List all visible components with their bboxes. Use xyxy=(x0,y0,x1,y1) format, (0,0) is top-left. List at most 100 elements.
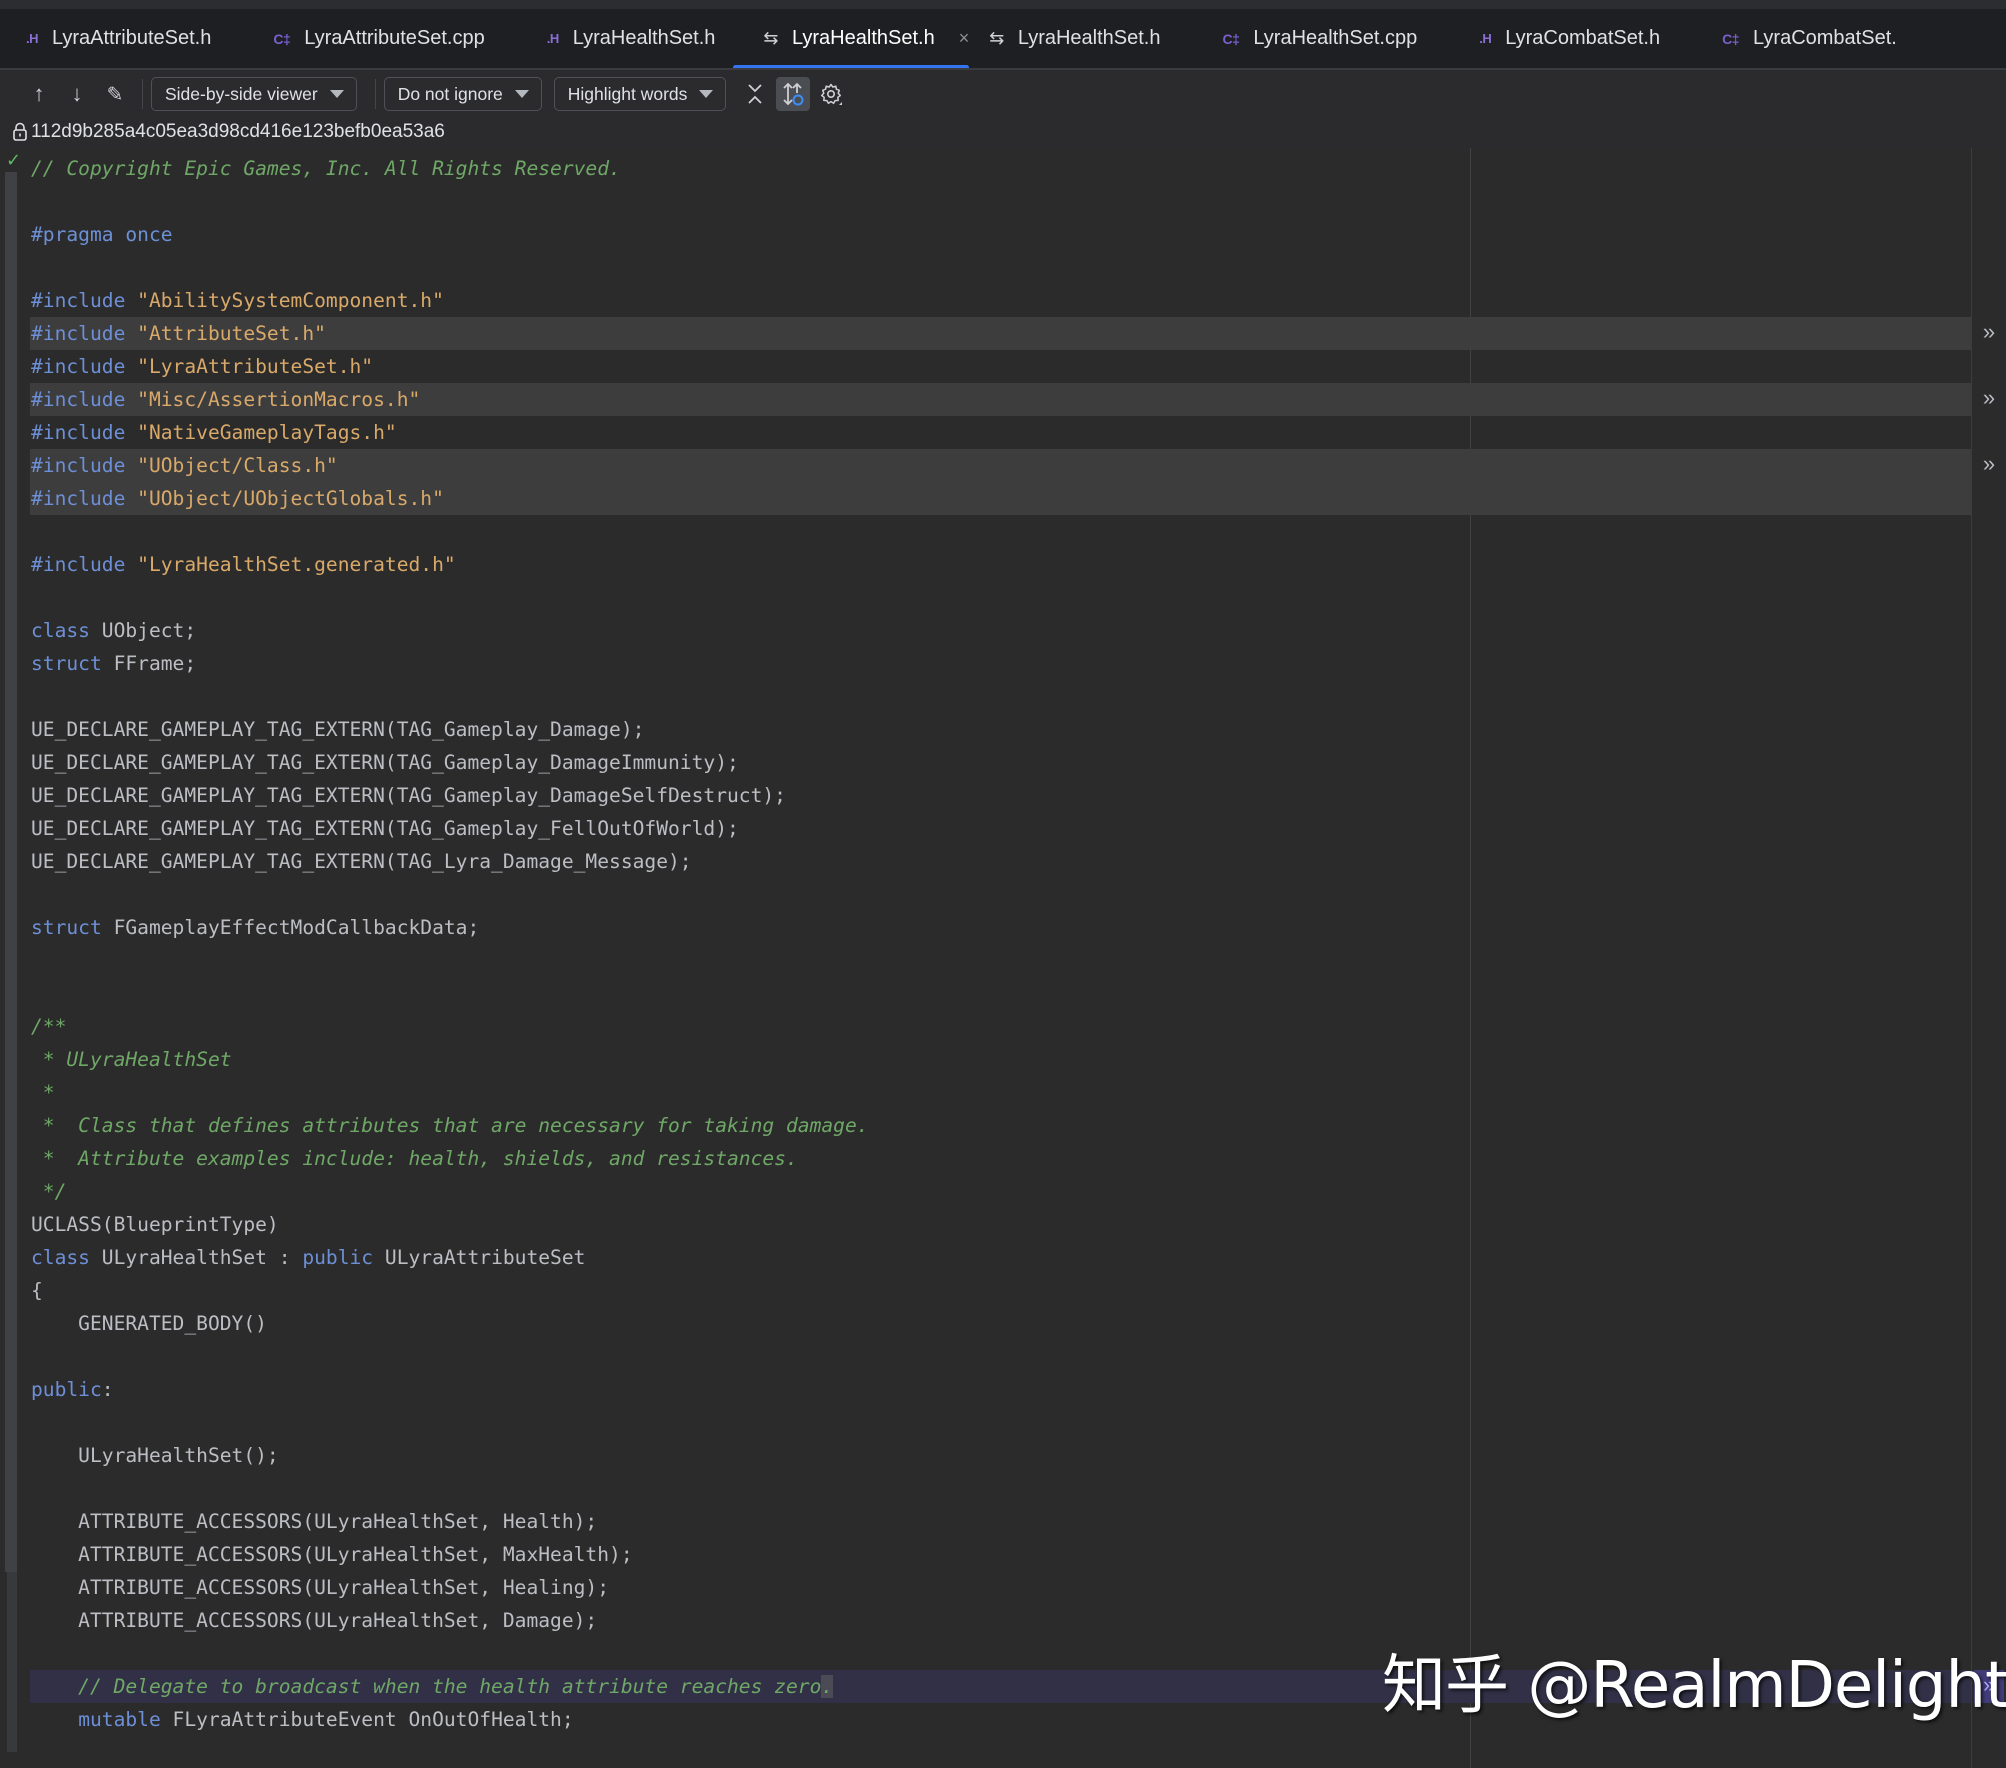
tab-label: LyraCombatSet. xyxy=(1753,27,1897,49)
collapse-unchanged-icon[interactable] xyxy=(738,77,772,111)
code-text: : xyxy=(101,1378,114,1401)
collapse-chevrons-icon xyxy=(748,84,763,104)
code-keyword: #include xyxy=(31,421,126,444)
diff-toolbar: ↑ ↓ ✎ Side-by-side viewer Do not ignore … xyxy=(0,72,2006,116)
diff-editor-pane[interactable]: ✓ // Copyright Epic Games, Inc. All Righ… xyxy=(0,148,2006,1768)
code-text: GENERATED_BODY() xyxy=(31,1312,267,1335)
code-line[interactable]: UE_DECLARE_GAMEPLAY_TAG_EXTERN(TAG_Gamep… xyxy=(30,779,2006,812)
ignore-whitespace-dropdown[interactable]: Do not ignore xyxy=(383,77,542,111)
code-line[interactable]: struct FGameplayEffectModCallbackData; xyxy=(30,911,2006,944)
code-text: { xyxy=(31,1279,43,1302)
tab-lyrahealthset-h-diff[interactable]: ⇆ LyraHealthSet.h × xyxy=(715,9,969,68)
highlight-mode-dropdown[interactable]: Highlight words xyxy=(553,77,727,111)
cpp-file-icon: C‡ xyxy=(1222,30,1240,47)
code-string: "LyraAttributeSet.h" xyxy=(137,355,374,378)
code-line[interactable]: #include "AttributeSet.h" xyxy=(30,317,1971,350)
code-line[interactable]: public: xyxy=(30,1373,2006,1406)
code-comment: * Class that defines attributes that are… xyxy=(31,1114,869,1137)
code-content[interactable]: // Copyright Epic Games, Inc. All Rights… xyxy=(30,152,2006,1736)
code-line[interactable]: ATTRIBUTE_ACCESSORS(ULyraHealthSet, Dama… xyxy=(30,1604,2006,1637)
tab-lyrahealthset-cpp[interactable]: C‡ LyraHealthSet.cpp xyxy=(1161,9,1418,68)
code-line[interactable]: #include "AbilitySystemComponent.h" xyxy=(30,284,2006,317)
code-keyword: #include xyxy=(31,388,126,411)
code-line[interactable] xyxy=(30,185,2006,218)
code-string: "UObject/Class.h" xyxy=(137,454,338,477)
edit-pencil-icon[interactable]: ✎ xyxy=(98,77,132,111)
code-line[interactable]: #pragma once xyxy=(30,218,2006,251)
apply-change-chevron-icon[interactable]: » xyxy=(1974,383,2004,416)
code-line[interactable]: UE_DECLARE_GAMEPLAY_TAG_EXTERN(TAG_Gamep… xyxy=(30,746,2006,779)
code-line[interactable]: UE_DECLARE_GAMEPLAY_TAG_EXTERN(TAG_Lyra_… xyxy=(30,845,2006,878)
code-line[interactable]: { xyxy=(30,1274,2006,1307)
settings-gear-icon[interactable] xyxy=(814,77,848,111)
tab-lyracombatset-[interactable]: C‡ LyraCombatSet. xyxy=(1660,9,1897,68)
next-difference-arrow-down-icon[interactable]: ↓ xyxy=(60,77,94,111)
code-text: ULyraHealthSet : xyxy=(89,1246,303,1269)
code-line[interactable]: ULyraHealthSet(); xyxy=(30,1439,2006,1472)
tab-lyraattributeset-cpp[interactable]: C‡ LyraAttributeSet.cpp xyxy=(211,9,484,68)
tab-label: LyraCombatSet.h xyxy=(1505,27,1661,49)
code-comment: * xyxy=(31,1081,55,1104)
cpp-file-icon: C‡ xyxy=(273,30,291,47)
scrollbar-thumb[interactable] xyxy=(5,172,17,1572)
tab-lyrahealthset-h[interactable]: .H LyraHealthSet.h xyxy=(485,9,716,68)
code-line[interactable] xyxy=(30,1340,2006,1373)
code-line[interactable] xyxy=(30,251,2006,284)
apply-change-chevron-icon[interactable]: » xyxy=(1974,317,2004,350)
code-line[interactable] xyxy=(30,878,2006,911)
code-line[interactable] xyxy=(30,977,2006,1010)
code-line[interactable]: * ULyraHealthSet xyxy=(30,1043,2006,1076)
code-line[interactable]: #include "NativeGameplayTags.h" xyxy=(30,416,2006,449)
editor-gutter: ✓ xyxy=(0,148,28,1768)
code-line[interactable]: #include "LyraAttributeSet.h" xyxy=(30,350,2006,383)
code-text: UE_DECLARE_GAMEPLAY_TAG_EXTERN(TAG_Gamep… xyxy=(31,784,786,807)
code-comment: . xyxy=(821,1675,834,1698)
code-line[interactable]: class ULyraHealthSet : public ULyraAttri… xyxy=(30,1241,2006,1274)
code-line[interactable] xyxy=(30,1406,2006,1439)
code-comment: */ xyxy=(31,1180,67,1203)
apply-change-chevron-icon[interactable]: » xyxy=(1974,449,2004,482)
code-line[interactable]: /** xyxy=(30,1010,2006,1043)
highlight-mode-label: Highlight words xyxy=(567,83,688,104)
window-top-strip xyxy=(0,0,2006,9)
tab-lyracombatset-h[interactable]: .H LyraCombatSet.h xyxy=(1417,9,1660,68)
code-keyword: mutable xyxy=(78,1708,161,1731)
code-line[interactable]: ATTRIBUTE_ACCESSORS(ULyraHealthSet, Heal… xyxy=(30,1505,2006,1538)
code-line[interactable]: * Class that defines attributes that are… xyxy=(30,1109,2006,1142)
code-line[interactable]: class UObject; xyxy=(30,614,2006,647)
code-line[interactable]: UCLASS(BlueprintType) xyxy=(30,1208,2006,1241)
code-line[interactable] xyxy=(30,515,2006,548)
code-line[interactable] xyxy=(30,1472,2006,1505)
previous-difference-arrow-up-icon[interactable]: ↑ xyxy=(22,77,56,111)
tab-lyraattributeset-h[interactable]: .H LyraAttributeSet.h xyxy=(0,9,211,68)
code-line[interactable]: GENERATED_BODY() xyxy=(30,1307,2006,1340)
code-line[interactable]: #include "UObject/Class.h" xyxy=(30,449,1971,482)
code-line[interactable]: #include "LyraHealthSet.generated.h" xyxy=(30,548,2006,581)
synchronize-scrolling-toggle[interactable] xyxy=(776,77,811,111)
code-text: UE_DECLARE_GAMEPLAY_TAG_EXTERN(TAG_Gamep… xyxy=(31,751,739,774)
revision-hash: 112d9b285a4c05ea3d98cd416e123befb0ea53a6 xyxy=(31,121,445,142)
code-line[interactable]: struct FFrame; xyxy=(30,647,2006,680)
code-line[interactable]: // Copyright Epic Games, Inc. All Rights… xyxy=(30,152,2006,185)
code-line[interactable]: ATTRIBUTE_ACCESSORS(ULyraHealthSet, Heal… xyxy=(30,1571,2006,1604)
code-line[interactable]: UE_DECLARE_GAMEPLAY_TAG_EXTERN(TAG_Gamep… xyxy=(30,713,2006,746)
code-line[interactable]: UE_DECLARE_GAMEPLAY_TAG_EXTERN(TAG_Gamep… xyxy=(30,812,2006,845)
code-line[interactable]: ATTRIBUTE_ACCESSORS(ULyraHealthSet, MaxH… xyxy=(30,1538,2006,1571)
code-line[interactable] xyxy=(30,581,2006,614)
code-line[interactable]: * xyxy=(30,1076,2006,1109)
code-line[interactable] xyxy=(30,944,2006,977)
code-line[interactable] xyxy=(30,680,2006,713)
viewer-mode-dropdown[interactable]: Side-by-side viewer xyxy=(151,77,357,111)
code-string: "UObject/UObjectGlobals.h" xyxy=(137,487,444,510)
code-line[interactable]: */ xyxy=(30,1175,2006,1208)
code-line[interactable]: #include "Misc/AssertionMacros.h" xyxy=(30,383,1971,416)
code-line[interactable]: * Attribute examples include: health, sh… xyxy=(30,1142,2006,1175)
code-keyword: #include xyxy=(31,553,126,576)
code-line[interactable]: #include "UObject/UObjectGlobals.h" xyxy=(30,482,1971,515)
code-keyword: public xyxy=(31,1378,102,1401)
close-tab-icon[interactable]: × xyxy=(959,28,970,49)
code-text: ATTRIBUTE_ACCESSORS(ULyraHealthSet, Dama… xyxy=(31,1609,598,1632)
tab-lyrahealthset-h-diff[interactable]: ⇆ LyraHealthSet.h xyxy=(969,9,1160,68)
